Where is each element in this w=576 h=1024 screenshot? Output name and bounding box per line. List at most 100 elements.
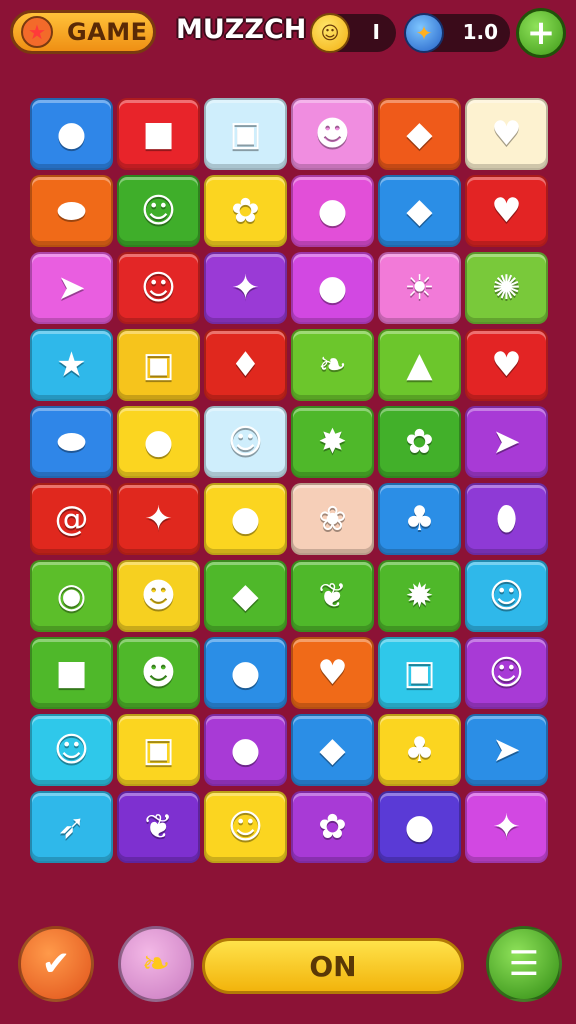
board-tile[interactable]: ❦	[117, 791, 200, 863]
check-button[interactable]: ✔	[18, 926, 94, 1002]
board-tile[interactable]: ⬬	[30, 406, 113, 478]
board-tile[interactable]: ●	[204, 714, 287, 786]
green-leaf-icon-2: ❦	[144, 807, 173, 847]
board-tile[interactable]: ♥	[291, 637, 374, 709]
board-tile[interactable]: ▣	[378, 637, 461, 709]
board-tile[interactable]: ♦	[204, 329, 287, 401]
smiley-face-icon-2: ☺	[488, 653, 525, 693]
board-tile[interactable]: ➤	[465, 714, 548, 786]
board-tile[interactable]: ■	[117, 98, 200, 170]
board-tile[interactable]: ❧	[291, 329, 374, 401]
board-tile[interactable]: ☻	[117, 560, 200, 632]
board-tile[interactable]: ■	[30, 637, 113, 709]
board-tile[interactable]: ☺	[117, 175, 200, 247]
board-tile[interactable]: ☺	[204, 791, 287, 863]
board-tile[interactable]: ♥	[465, 98, 548, 170]
board-tile[interactable]: ▲	[378, 329, 461, 401]
blue-bottle-icon: ●	[230, 499, 261, 539]
board-tile[interactable]: ◆	[378, 98, 461, 170]
menu-icon: ☰	[508, 944, 540, 984]
game-button-label: GAME	[67, 18, 148, 46]
board-tile[interactable]: ●	[204, 637, 287, 709]
board-tile[interactable]: ♣	[378, 714, 461, 786]
green-leaf-icon: ❦	[318, 576, 347, 616]
star-icon: ★	[21, 16, 53, 48]
blue-ball-icon-2: ●	[404, 807, 435, 847]
board-tile[interactable]: @	[30, 483, 113, 555]
board-tile[interactable]: ☺	[465, 637, 548, 709]
green-lollipop-icon: ♣	[404, 730, 435, 770]
yellow-candy-icon: ◆	[319, 730, 346, 770]
blue-wrapped-candy-icon: ◆	[232, 576, 259, 616]
board-tile[interactable]: ✿	[204, 175, 287, 247]
board-tile[interactable]: ▣	[204, 98, 287, 170]
board-tile[interactable]: ★	[30, 329, 113, 401]
blue-swirl-icon: @	[54, 499, 89, 539]
board-tile[interactable]: ▣	[117, 329, 200, 401]
board-tile[interactable]: ☺	[30, 714, 113, 786]
orange-flower-face-icon: ✿	[318, 807, 347, 847]
on-button[interactable]: ON	[202, 938, 464, 994]
green-frog-icon: ☺	[227, 422, 264, 462]
orange-box-face-icon: ■	[55, 653, 88, 693]
purple-blob-icon: ●	[230, 730, 261, 770]
strawberry-face-icon: ❀	[318, 499, 347, 539]
board-tile[interactable]: ♥	[465, 175, 548, 247]
bell-pepper-icon: ❧	[141, 944, 171, 984]
board-tile[interactable]: ❦	[291, 560, 374, 632]
pink-candy-icon: ●	[56, 114, 87, 154]
board-tile[interactable]: ✸	[291, 406, 374, 478]
board-tile[interactable]: ●	[291, 175, 374, 247]
board-tile[interactable]: ♣	[378, 483, 461, 555]
yellow-bear-icon: ☺	[227, 807, 264, 847]
board-tile[interactable]: ●	[204, 483, 287, 555]
board-tile[interactable]: ⬬	[30, 175, 113, 247]
board-tile[interactable]: ☺	[465, 560, 548, 632]
game-title: MUZZCH	[176, 14, 307, 45]
menu-button[interactable]: ☰	[486, 926, 562, 1002]
board-tile[interactable]: ▣	[117, 714, 200, 786]
blue-bird-icon: ♦	[230, 345, 261, 385]
game-button[interactable]: ★ GAME	[10, 10, 156, 54]
yellow-star-icon: ★	[56, 345, 87, 385]
coin-counter: ☺ I	[310, 13, 396, 53]
board-tile[interactable]: ➶	[30, 791, 113, 863]
board-tile[interactable]: ☻	[117, 637, 200, 709]
board-tile[interactable]: ☻	[291, 98, 374, 170]
board-tile[interactable]: ●	[291, 252, 374, 324]
red-flower-icon: ✿	[405, 422, 434, 462]
hint-button[interactable]: ❧	[118, 926, 194, 1002]
board-tile[interactable]: ◆	[378, 175, 461, 247]
pink-star-icon: ✦	[492, 807, 521, 847]
gray-box-face-icon: ▣	[403, 653, 436, 693]
board-tile[interactable]: ◆	[204, 560, 287, 632]
smiley-face-icon: ☺	[488, 576, 525, 616]
coin-count: I	[372, 20, 380, 44]
board-tile[interactable]: ✦	[117, 483, 200, 555]
board-tile[interactable]: ➤	[30, 252, 113, 324]
board-tile[interactable]: ☺	[204, 406, 287, 478]
carrot-icon: ❧	[318, 345, 347, 385]
add-button[interactable]: +	[516, 8, 566, 58]
board-tile[interactable]: ✦	[204, 252, 287, 324]
board-tile[interactable]: ◆	[291, 714, 374, 786]
board-tile[interactable]: ●	[117, 406, 200, 478]
board-tile[interactable]: ✿	[378, 406, 461, 478]
board-tile[interactable]: ✦	[465, 791, 548, 863]
board-tile[interactable]: ☀	[378, 252, 461, 324]
board-tile[interactable]: ⬮	[465, 483, 548, 555]
board-tile[interactable]: ●	[378, 791, 461, 863]
purple-candy-icon: ✦	[144, 499, 173, 539]
blue-heart-icon: ♥	[491, 114, 522, 154]
sun-face-icon: ☀	[404, 268, 435, 308]
board-tile[interactable]: ◉	[30, 560, 113, 632]
board-tile[interactable]: ✿	[291, 791, 374, 863]
board-tile[interactable]: ✺	[465, 252, 548, 324]
board-tile[interactable]: ♥	[465, 329, 548, 401]
board-tile[interactable]: ➤	[465, 406, 548, 478]
board-tile[interactable]: ●	[30, 98, 113, 170]
board-tile[interactable]: ✹	[378, 560, 461, 632]
board-tile[interactable]: ☺	[117, 252, 200, 324]
board-tile[interactable]: ❀	[291, 483, 374, 555]
bottom-bar: ✔ ❧ ON ☰	[0, 920, 576, 1024]
